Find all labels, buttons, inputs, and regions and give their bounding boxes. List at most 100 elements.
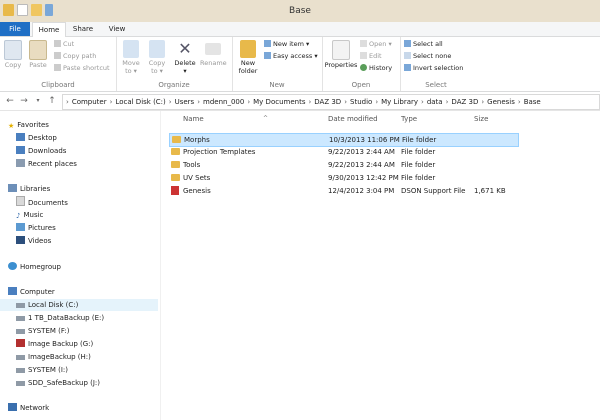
file-name: Genesis — [183, 187, 211, 195]
open-group: Properties Open ▾ Edit History Open — [322, 37, 401, 91]
breadcrumb-chevron-icon[interactable]: › — [197, 98, 200, 106]
select-none-button[interactable]: Select none — [404, 52, 451, 60]
computer-icon — [8, 287, 17, 295]
breadcrumb-chevron-icon[interactable]: › — [169, 98, 172, 106]
nav-network[interactable]: Network — [8, 402, 49, 414]
open-group-label: Open — [351, 81, 371, 89]
select-all-button[interactable]: Select all — [404, 40, 443, 48]
copy-to-button[interactable]: Copy to ▾ — [146, 40, 168, 75]
file-row-morphs[interactable]: Morphs 10/3/2013 11:06 PM File folder — [169, 133, 519, 147]
drive-icon — [16, 381, 25, 386]
nav-item-drive-j[interactable]: SDD_SafeBackup (J:) — [16, 377, 100, 389]
nav-homegroup[interactable]: Homegroup — [8, 261, 61, 273]
image-backup-drive-icon — [16, 339, 25, 347]
breadcrumb[interactable]: › Computer › Local Disk (C:) › Users › mdenn_00… — [62, 94, 600, 110]
new-folder-button[interactable]: New folder — [236, 40, 260, 75]
forward-button[interactable]: → — [18, 95, 30, 107]
breadcrumb-item[interactable]: Users — [175, 98, 195, 106]
breadcrumb-item[interactable]: My Documents — [253, 98, 305, 106]
nav-item-drive-e[interactable]: 1 TB_DataBackup (E:) — [16, 312, 104, 324]
paste-shortcut-button[interactable]: Paste shortcut — [54, 64, 110, 72]
breadcrumb-chevron-icon[interactable]: › — [344, 98, 347, 106]
nav-computer[interactable]: Computer — [8, 286, 55, 298]
breadcrumb-item[interactable]: data — [427, 98, 443, 106]
column-header-type[interactable]: Type — [401, 115, 417, 123]
file-row-projection-templates[interactable]: Projection Templates 9/22/2013 2:44 AM F… — [169, 146, 517, 158]
nav-item-local-disk-c[interactable]: Local Disk (C:) — [0, 299, 158, 311]
copy-button[interactable]: Copy — [3, 40, 23, 69]
properties-button[interactable]: Properties — [324, 40, 358, 69]
copy-path-button[interactable]: Copy path — [54, 52, 96, 60]
nav-item-drive-g[interactable]: Image Backup (G:) — [16, 338, 93, 350]
breadcrumb-item[interactable]: Computer — [72, 98, 107, 106]
sort-ascending-icon: ^ — [263, 115, 269, 122]
organize-group-label: Organize — [158, 81, 190, 89]
file-name: Projection Templates — [183, 148, 256, 156]
tab-share[interactable]: Share — [68, 22, 98, 36]
nav-item-music[interactable]: ♪ Music — [16, 209, 43, 221]
column-header-size[interactable]: Size — [474, 115, 488, 123]
breadcrumb-chevron-icon[interactable]: › — [308, 98, 311, 106]
nav-item-drive-h[interactable]: ImageBackup (H:) — [16, 351, 91, 363]
tab-view[interactable]: View — [102, 22, 132, 36]
breadcrumb-item[interactable]: Genesis — [487, 98, 515, 106]
invert-selection-button[interactable]: Invert selection — [404, 64, 463, 72]
up-button[interactable]: ↑ — [46, 95, 58, 107]
drive-icon — [16, 368, 25, 373]
nav-item-recent-places[interactable]: Recent places — [16, 158, 77, 170]
file-date: 9/22/2013 2:44 AM — [328, 148, 395, 156]
file-row-tools[interactable]: Tools 9/22/2013 2:44 AM File folder — [169, 159, 517, 171]
tab-file[interactable]: File — [0, 22, 30, 36]
breadcrumb-item[interactable]: Base — [524, 98, 541, 106]
edit-icon — [360, 52, 367, 59]
nav-libraries[interactable]: Libraries — [8, 183, 50, 195]
file-row-genesis[interactable]: Genesis 12/4/2012 3:04 PM DSON Support F… — [169, 185, 517, 197]
nav-item-videos[interactable]: Videos — [16, 235, 51, 247]
breadcrumb-chevron-icon[interactable]: › — [66, 98, 69, 106]
breadcrumb-item[interactable]: DAZ 3D — [451, 98, 478, 106]
breadcrumb-chevron-icon[interactable]: › — [481, 98, 484, 106]
breadcrumb-item[interactable]: Studio — [350, 98, 372, 106]
network-icon — [8, 403, 17, 411]
breadcrumb-item[interactable]: Local Disk (C:) — [115, 98, 165, 106]
folder-icon — [171, 174, 180, 181]
breadcrumb-chevron-icon[interactable]: › — [518, 98, 521, 106]
file-date: 9/22/2013 2:44 AM — [328, 161, 395, 169]
easy-access-button[interactable]: Easy access ▾ — [264, 52, 318, 60]
move-to-button[interactable]: Move to ▾ — [120, 40, 142, 75]
nav-item-drive-i[interactable]: SYSTEM (I:) — [16, 364, 68, 376]
breadcrumb-item[interactable]: My Library — [381, 98, 418, 106]
homegroup-icon — [8, 262, 17, 270]
back-button[interactable]: ← — [4, 95, 16, 107]
column-header-name[interactable]: Name ^ — [183, 115, 268, 123]
file-row-uv-sets[interactable]: UV Sets 9/30/2013 12:42 PM File folder — [169, 172, 517, 184]
history-button[interactable]: History — [360, 64, 392, 72]
breadcrumb-item[interactable]: mdenn_000 — [203, 98, 244, 106]
clipboard-group: Copy Paste Cut Copy path Paste shortcut … — [0, 37, 117, 91]
nav-item-drive-f[interactable]: SYSTEM (F:) — [16, 325, 69, 337]
nav-item-downloads[interactable]: Downloads — [16, 145, 66, 157]
cut-button[interactable]: Cut — [54, 40, 74, 48]
breadcrumb-chevron-icon[interactable]: › — [375, 98, 378, 106]
breadcrumb-item[interactable]: DAZ 3D — [314, 98, 341, 106]
breadcrumb-chevron-icon[interactable]: › — [110, 98, 113, 106]
breadcrumb-chevron-icon[interactable]: › — [421, 98, 424, 106]
tab-home[interactable]: Home — [32, 22, 66, 37]
rename-button[interactable]: Rename — [200, 40, 227, 67]
breadcrumb-chevron-icon[interactable]: › — [247, 98, 250, 106]
edit-button[interactable]: Edit — [360, 52, 382, 60]
breadcrumb-chevron-icon[interactable]: › — [446, 98, 449, 106]
nav-favorites[interactable]: ★ Favorites — [8, 119, 49, 131]
nav-item-pictures[interactable]: Pictures — [16, 222, 56, 234]
nav-item-documents[interactable]: Documents — [16, 196, 68, 208]
select-group: Select all Select none Invert selection … — [400, 37, 472, 91]
paste-button[interactable]: Paste — [27, 40, 49, 69]
new-item-button[interactable]: New item ▾ — [264, 40, 309, 48]
nav-item-desktop[interactable]: Desktop — [16, 132, 57, 144]
drive-icon — [16, 355, 25, 360]
drive-icon — [16, 329, 25, 334]
delete-button[interactable]: ✕ Delete ▾ — [174, 40, 196, 76]
recent-locations-button[interactable]: ▾ — [32, 95, 44, 107]
column-header-date[interactable]: Date modified — [328, 115, 378, 123]
open-button[interactable]: Open ▾ — [360, 40, 392, 48]
